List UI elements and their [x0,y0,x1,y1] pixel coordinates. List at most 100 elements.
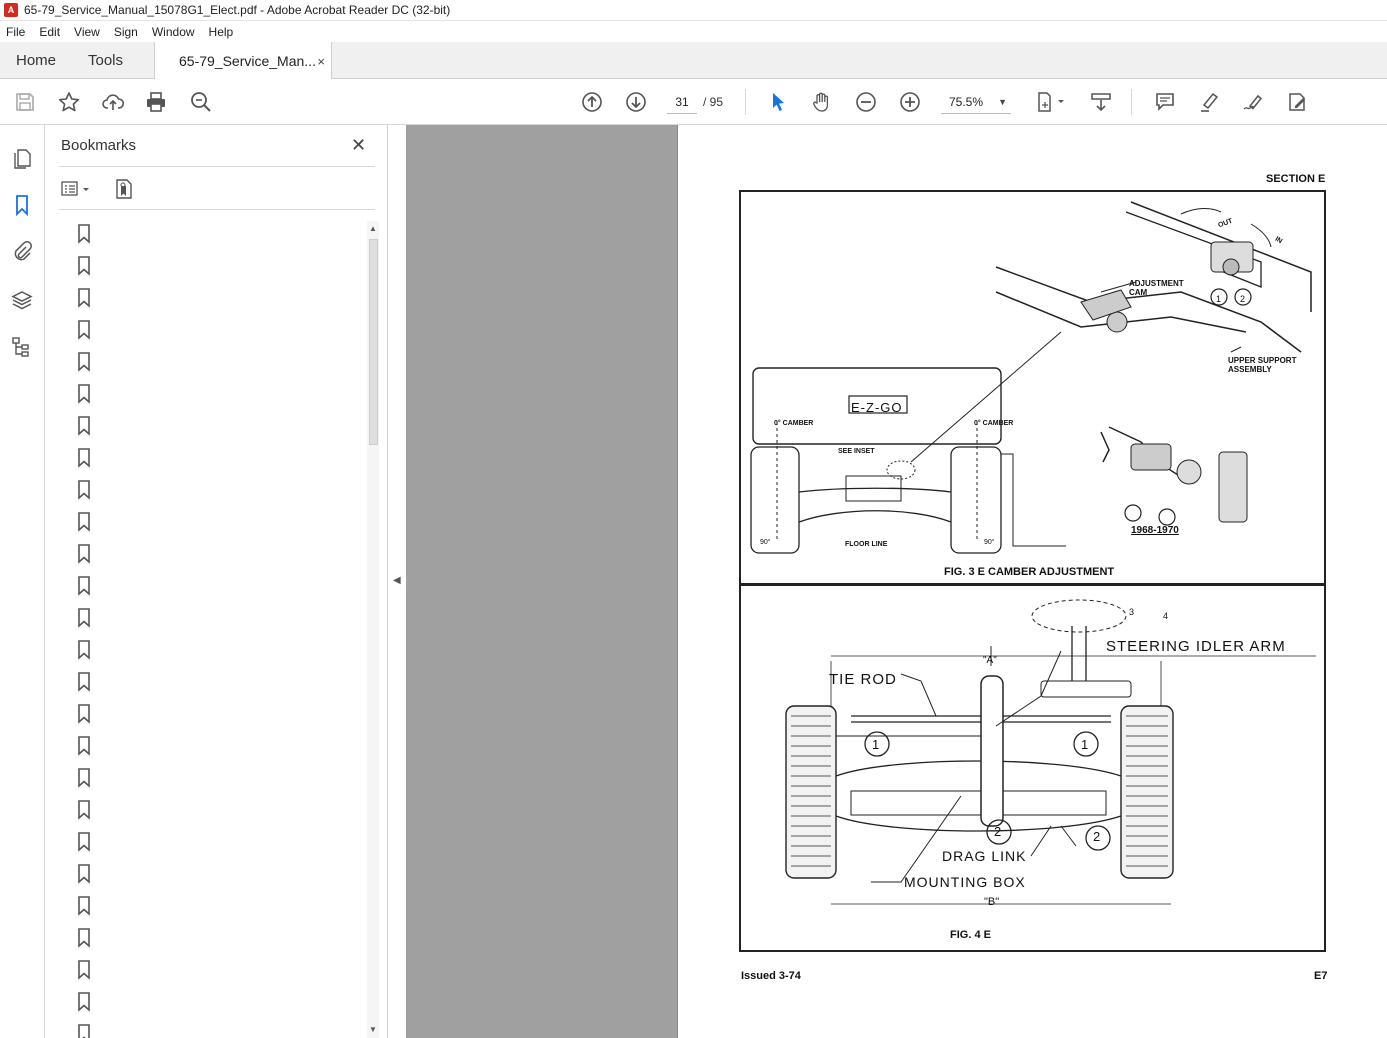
star-icon[interactable] [57,90,81,114]
bookmark-icon [78,992,90,1012]
print-icon[interactable] [144,90,168,114]
bookmark-item[interactable] [75,447,93,469]
bookmark-item[interactable] [75,607,93,629]
tab-bar: Home Tools 65-79_Service_Man... × [0,42,1387,80]
hand-icon[interactable] [810,90,834,114]
scrollbar-thumb[interactable] [369,239,378,445]
select-cursor-icon[interactable] [766,90,790,114]
bookmark-item[interactable] [75,831,93,853]
fit-page-icon[interactable] [1034,90,1068,114]
panel-splitter[interactable]: ◀ [388,125,406,1038]
tab-tools[interactable]: Tools [88,42,123,79]
tab-home[interactable]: Home [16,42,56,79]
bookmark-icon [78,352,90,372]
bookmark-icon [78,256,90,276]
bookmark-item[interactable] [75,1023,93,1038]
highlight-icon[interactable] [1197,90,1221,114]
layers-icon[interactable] [10,288,34,312]
upload-icon[interactable] [101,90,125,114]
see-inset-label: SEE INSET [838,448,875,455]
bookmark-icon [78,576,90,596]
floor-line-label: FLOOR LINE [845,541,888,548]
toolbar-divider [1131,89,1132,115]
bookmark-item[interactable] [75,735,93,757]
bookmark-item[interactable] [75,639,93,661]
close-icon[interactable]: ✕ [351,135,366,156]
document-viewport[interactable]: SECTION E ADJUSTMENT CAM UPPER SUPPORT A… [406,125,1387,1038]
dimension-a-label: "A" [983,655,997,666]
bookmark-item[interactable] [75,319,93,341]
panel-divider [59,166,375,167]
tab-document[interactable]: 65-79_Service_Man... × [154,42,332,80]
list-options-icon [61,181,89,196]
callout-2-left: 2 [994,824,1002,839]
menu-sign[interactable]: Sign [108,25,144,39]
save-icon[interactable] [13,90,37,114]
bookmark-icon [78,896,90,916]
menu-help[interactable]: Help [203,25,240,39]
bookmark-item[interactable] [75,799,93,821]
next-page-icon[interactable] [624,90,648,114]
bookmark-icon [78,704,90,724]
bookmark-item[interactable] [75,479,93,501]
menu-window[interactable]: Window [146,25,201,39]
tab-close-icon[interactable]: × [317,54,325,69]
bookmark-icon[interactable] [10,193,34,217]
new-bookmark-button[interactable] [113,177,135,201]
scroll-up-icon[interactable]: ▲ [369,224,377,233]
callout-1-right: 1 [1081,737,1089,752]
callout-2: 2 [1240,294,1246,304]
pages-icon[interactable] [10,147,34,171]
bookmarks-scrollbar[interactable]: ▲ ▼ [367,221,379,1038]
sign-icon[interactable] [1241,90,1265,114]
zoom-search-icon[interactable] [189,90,213,114]
bookmark-item[interactable] [75,703,93,725]
menu-view[interactable]: View [68,25,106,39]
bookmark-item[interactable] [75,543,93,565]
bookmark-item[interactable] [75,511,93,533]
bookmark-item[interactable] [75,671,93,693]
bookmark-icon [78,544,90,564]
bookmark-item[interactable] [75,895,93,917]
zoom-in-icon[interactable] [898,90,922,114]
toolbar: 31 / 95 75.5% ▼ [0,79,1387,125]
bookmark-item[interactable] [75,415,93,437]
menu-file[interactable]: File [0,25,31,39]
tags-icon[interactable] [10,335,34,359]
prev-page-icon[interactable] [580,90,604,114]
bookmark-icon [78,512,90,532]
bookmark-item[interactable] [75,255,93,277]
bookmark-icon [78,960,90,980]
bookmark-item[interactable] [75,991,93,1013]
scroll-down-icon[interactable]: ▼ [369,1025,377,1034]
bookmark-item[interactable] [75,959,93,981]
zoom-level-field[interactable]: 75.5% ▼ [941,90,1011,114]
navigation-rail [0,125,45,1038]
drag-link-label: DRAG LINK [942,848,1027,864]
page-number-input[interactable]: 31 [667,90,697,114]
page-footer-number: E7 [1314,970,1328,982]
menu-edit[interactable]: Edit [33,25,66,39]
attachment-icon[interactable] [10,239,34,263]
bookmark-item[interactable] [75,767,93,789]
scroll-mode-icon[interactable] [1089,90,1113,114]
bookmark-item[interactable] [75,863,93,885]
figure-3-caption: FIG. 3 E CAMBER ADJUSTMENT [944,566,1115,578]
camber-adjustment-drawing [750,201,1312,554]
collapse-panel-icon[interactable]: ◀ [393,575,401,586]
title-bar: A 65-79_Service_Manual_15078G1_Elect.pdf… [0,0,1387,21]
bookmark-item[interactable] [75,351,93,373]
bookmark-icon [78,640,90,660]
page-footer-issued: Issued 3-74 [741,970,801,982]
bookmark-item[interactable] [75,927,93,949]
more-tools-icon[interactable] [1285,90,1309,114]
bookmark-item[interactable] [75,575,93,597]
comment-icon[interactable] [1153,90,1177,114]
mounting-box-label: MOUNTING BOX [904,874,1026,890]
bookmark-item[interactable] [75,383,93,405]
bookmark-item[interactable] [75,287,93,309]
zoom-out-icon[interactable] [854,90,878,114]
bookmark-options-button[interactable] [61,177,91,201]
bookmark-item[interactable] [75,223,93,245]
steering-idler-arm-label: STEERING IDLER ARM [1106,638,1286,655]
